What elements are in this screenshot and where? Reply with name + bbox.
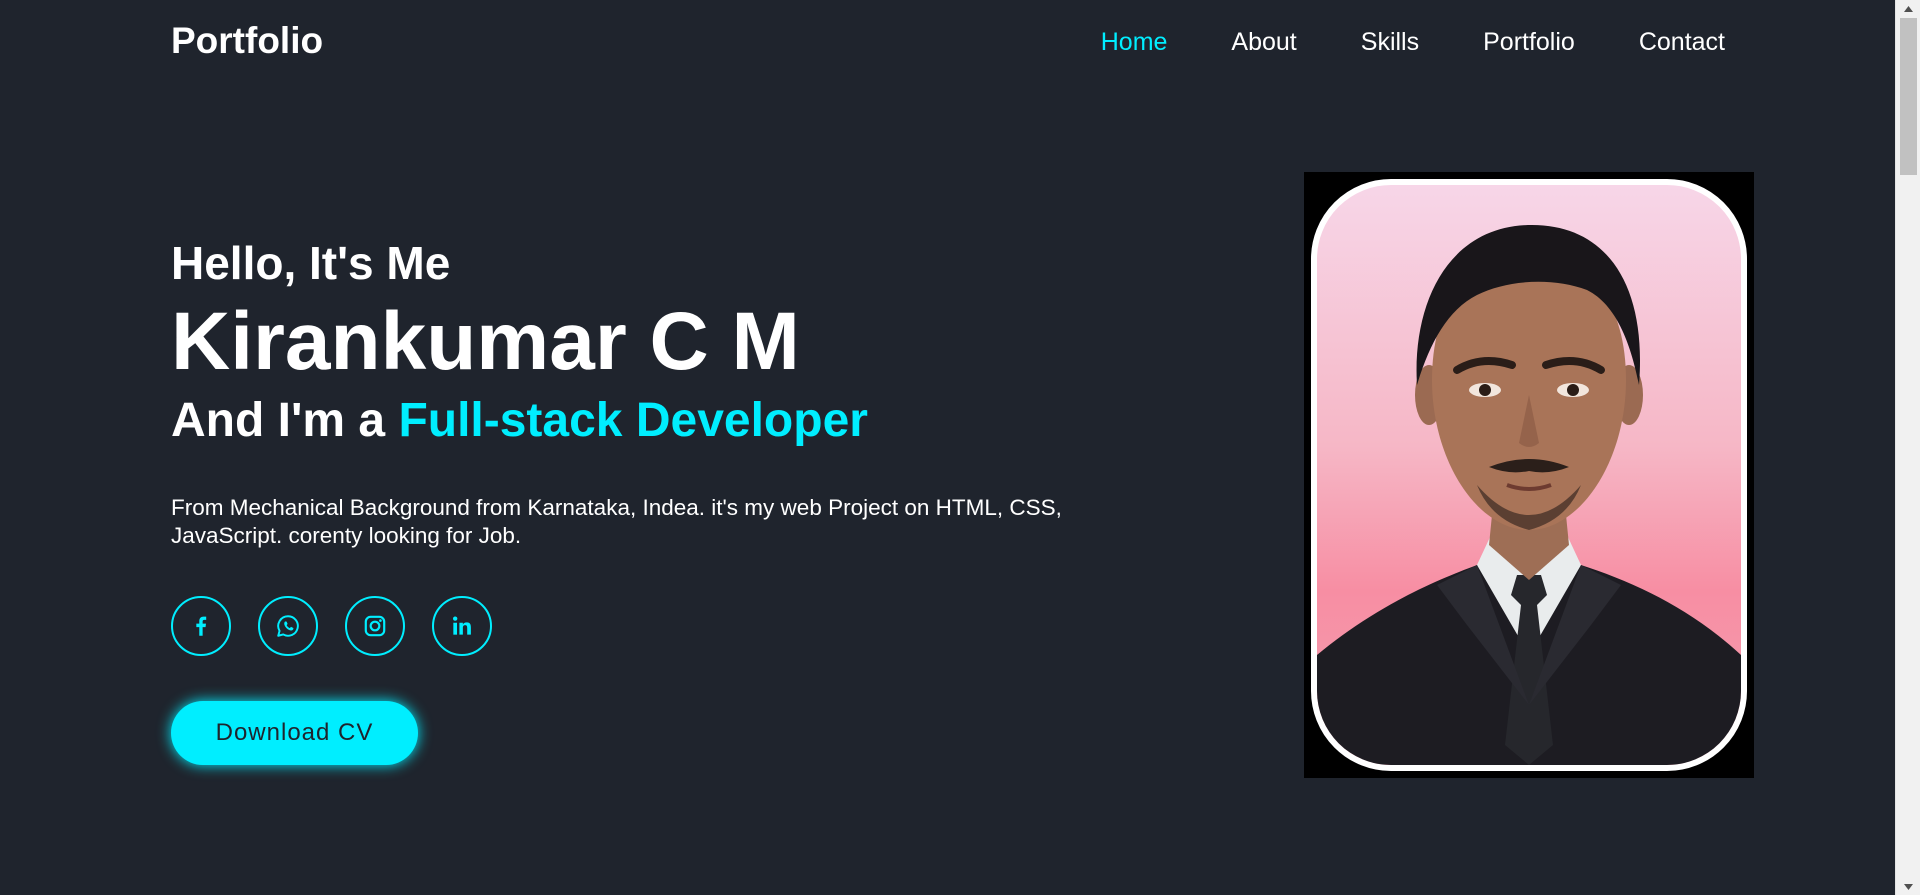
profile-portrait <box>1317 225 1741 765</box>
hero-greeting: Hello, It's Me <box>171 237 451 289</box>
role-title: Full-stack Developer <box>398 394 868 447</box>
role-prefix: And I'm a <box>171 394 399 447</box>
scroll-up-arrow-icon[interactable] <box>1896 0 1920 17</box>
whatsapp-icon <box>277 615 299 637</box>
scroll-down-arrow-icon[interactable] <box>1896 878 1920 895</box>
nav-about[interactable]: About <box>1231 28 1296 57</box>
nav-contact[interactable]: Contact <box>1639 28 1725 57</box>
site-header: Portfolio Home About Skills Portfolio Co… <box>0 0 1895 86</box>
download-cv-button[interactable]: Download CV <box>171 701 418 765</box>
scrollbar-thumb[interactable] <box>1900 18 1917 175</box>
hero-name: Kirankumar C M <box>171 296 800 387</box>
hero-role: And I'm a Full-stack Developer <box>171 388 1091 454</box>
hero-section: Hello, It's Me Kirankumar C M And I'm a … <box>171 230 1091 765</box>
linkedin-icon <box>453 616 471 635</box>
profile-photo <box>1311 179 1747 771</box>
hero-description: From Mechanical Background from Karnatak… <box>171 495 1062 548</box>
whatsapp-link[interactable] <box>258 596 318 656</box>
nav-home[interactable]: Home <box>1101 28 1168 57</box>
logo[interactable]: Portfolio <box>171 20 323 62</box>
instagram-link[interactable] <box>345 596 405 656</box>
facebook-link[interactable] <box>171 596 231 656</box>
instagram-icon <box>364 615 386 637</box>
page: Portfolio Home About Skills Portfolio Co… <box>0 0 1920 895</box>
main-nav: Home About Skills Portfolio Contact <box>1101 28 1725 57</box>
page-scrollbar[interactable] <box>1895 0 1920 895</box>
nav-skills[interactable]: Skills <box>1361 28 1419 57</box>
profile-photo-frame <box>1304 172 1754 778</box>
linkedin-link[interactable] <box>432 596 492 656</box>
facebook-icon <box>196 616 207 636</box>
social-links <box>171 596 1091 656</box>
nav-portfolio[interactable]: Portfolio <box>1483 28 1575 57</box>
